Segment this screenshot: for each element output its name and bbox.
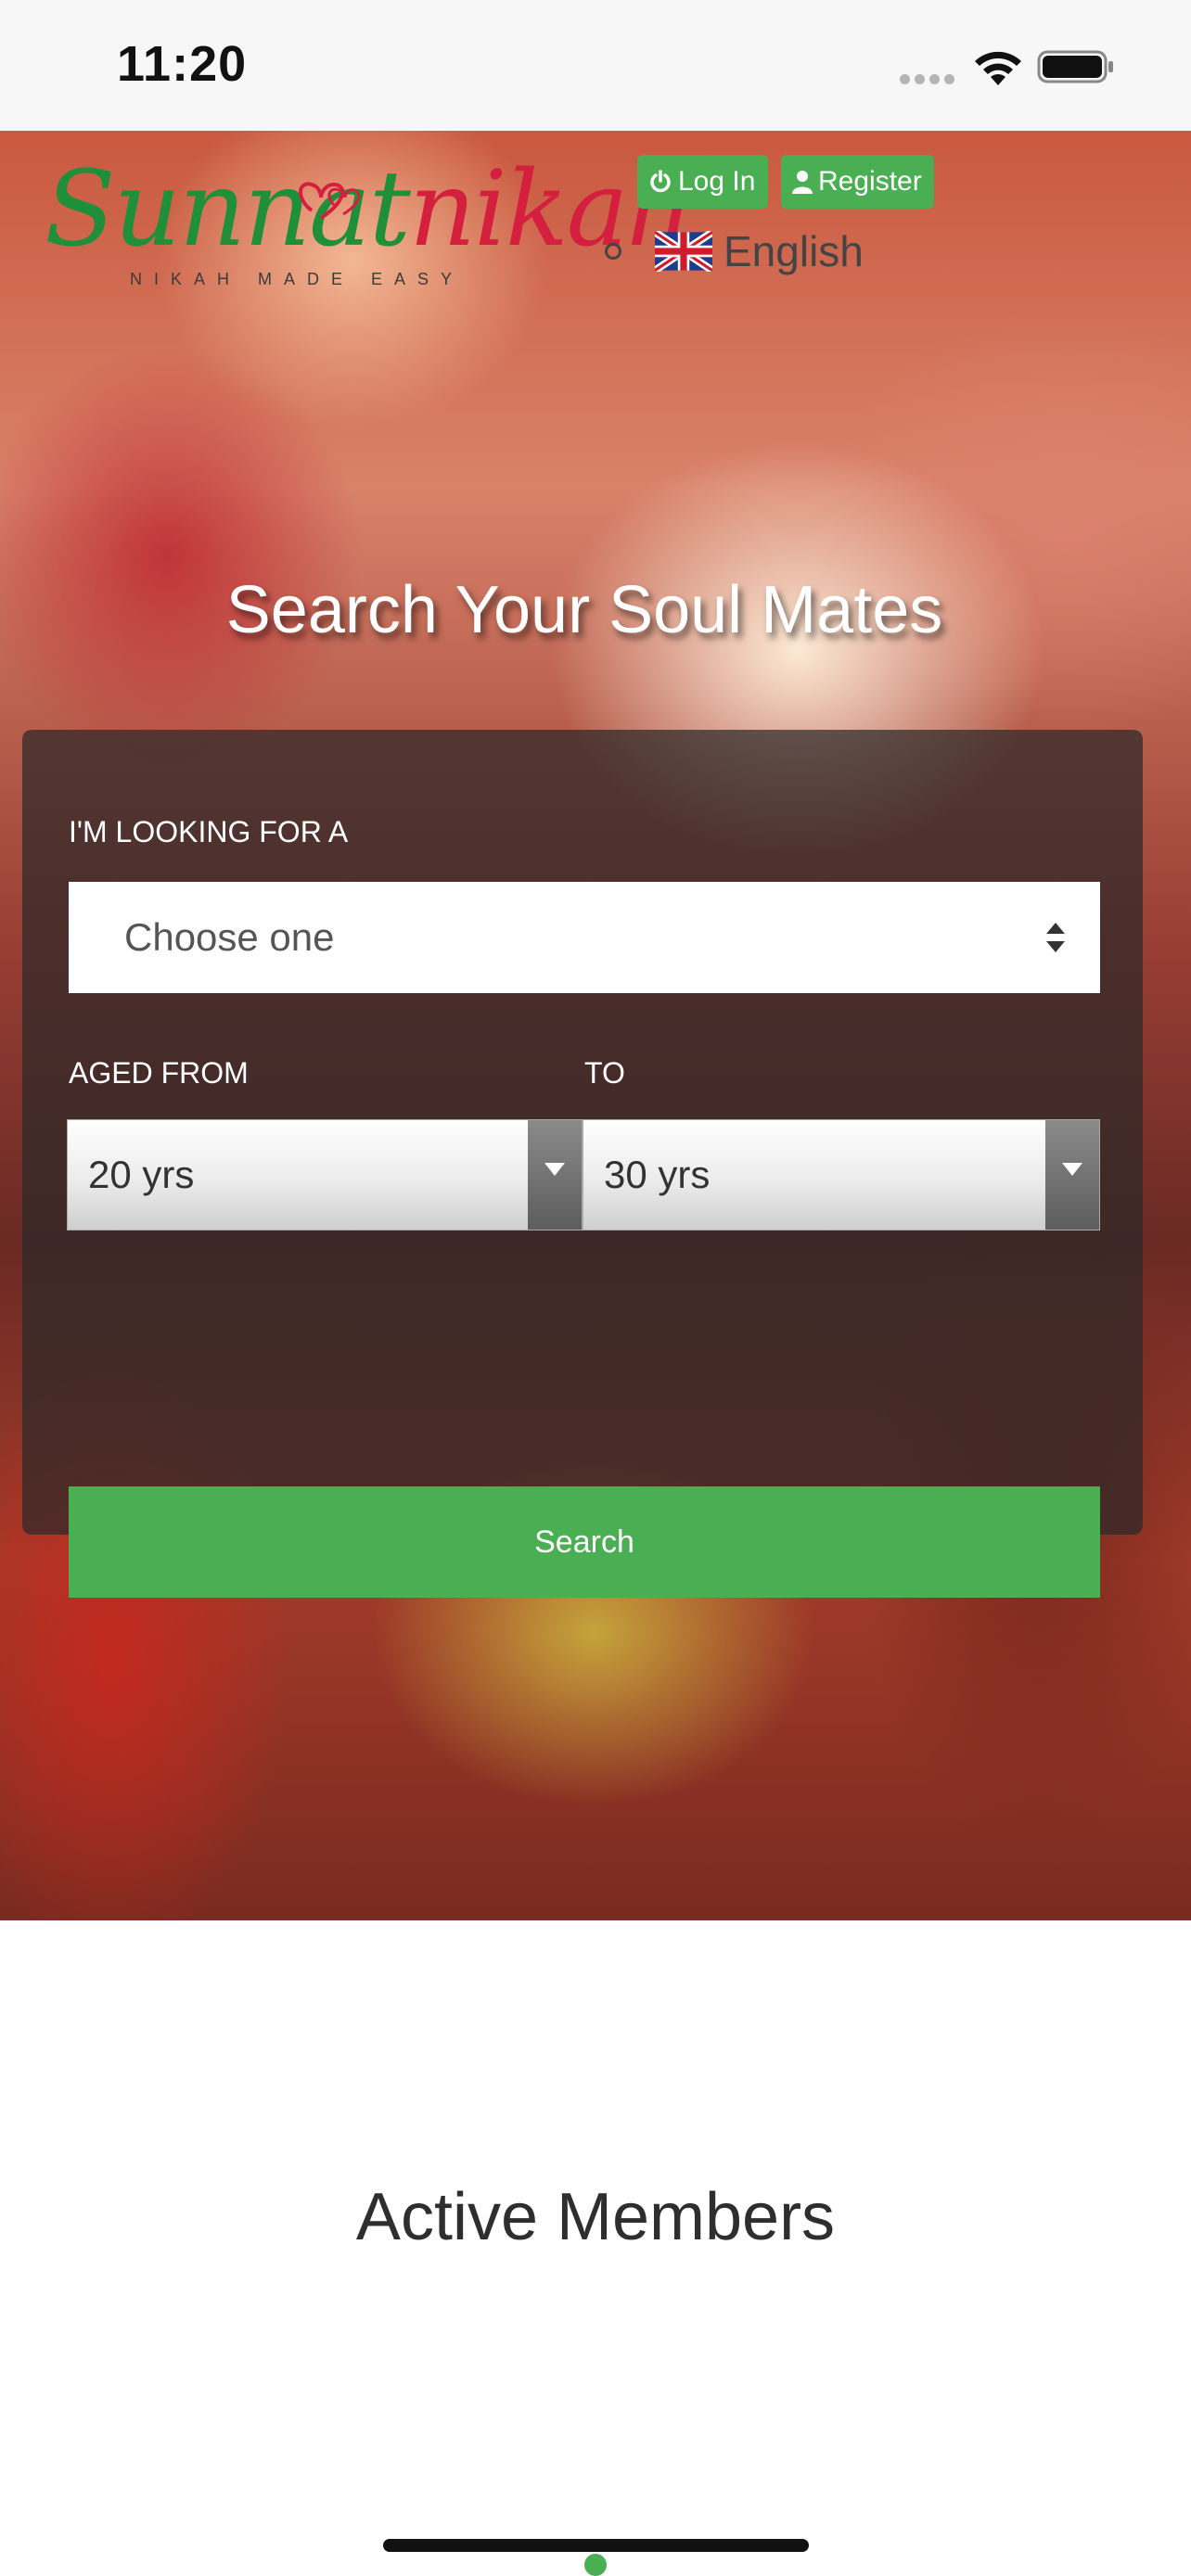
status-time: 11:20	[117, 36, 248, 92]
bullet-icon	[605, 243, 621, 260]
aged-from-label: AGED FROM	[69, 1056, 249, 1090]
uk-flag-icon	[655, 231, 712, 272]
age-to-value: 30 yrs	[604, 1153, 711, 1196]
heart-icon	[299, 182, 361, 220]
user-icon	[792, 171, 813, 194]
looking-for-value: Choose one	[124, 915, 335, 959]
hero-title: Search Your Soul Mates	[225, 573, 943, 647]
cellular-signal-icon	[900, 72, 959, 89]
aged-to-label: TO	[584, 1056, 625, 1090]
search-form: I'M LOOKING FOR A Choose one AGED FROM T…	[22, 730, 1143, 1598]
status-bar: 11:20	[0, 0, 1191, 131]
hero-banner: Sunnatnikah NIKAH MADE EASY Log In Regis…	[0, 131, 1191, 1920]
age-from-select[interactable]: 20 yrs	[67, 1119, 583, 1231]
looking-for-select[interactable]: Choose one	[69, 882, 1100, 993]
active-members-title: Active Members	[355, 2180, 836, 2254]
age-to-select[interactable]: 30 yrs	[583, 1119, 1100, 1231]
sort-arrows-icon	[1046, 923, 1065, 952]
home-indicator	[383, 2539, 809, 2552]
register-label: Register	[818, 166, 922, 197]
language-selector[interactable]: English	[605, 223, 864, 279]
age-from-value: 20 yrs	[88, 1153, 195, 1196]
scroll-dot-icon	[584, 2554, 607, 2576]
dropdown-arrow-icon	[1045, 1120, 1099, 1230]
register-button[interactable]: Register	[781, 155, 934, 209]
looking-for-label: I'M LOOKING FOR A	[69, 815, 349, 848]
wifi-icon	[975, 51, 1021, 85]
battery-icon	[1037, 50, 1113, 83]
login-button[interactable]: Log In	[637, 155, 768, 209]
logo-tagline: NIKAH MADE EASY	[130, 270, 465, 288]
power-icon	[650, 170, 671, 193]
logo[interactable]: Sunnatnikah NIKAH MADE EASY	[45, 149, 694, 288]
login-label: Log In	[678, 166, 756, 197]
search-button[interactable]: Search	[69, 1486, 1100, 1598]
dropdown-arrow-icon	[528, 1120, 582, 1230]
language-label: English	[724, 227, 864, 275]
